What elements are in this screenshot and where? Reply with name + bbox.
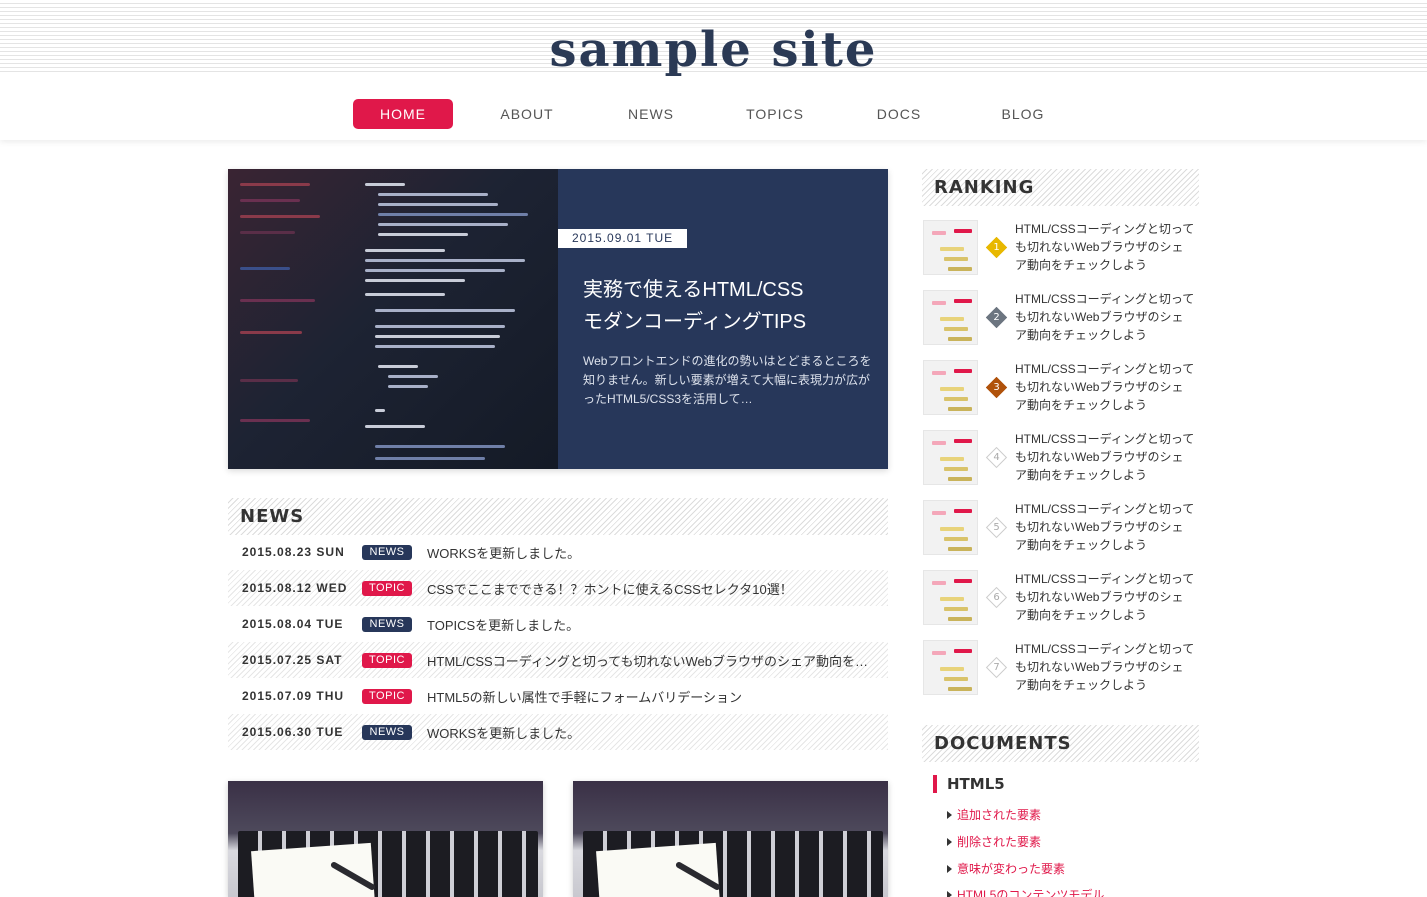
featured-title-line2: モダンコーディングTIPS: [583, 311, 807, 333]
news-title-link[interactable]: WORKSを更新しました。: [427, 543, 877, 562]
ranking-title[interactable]: HTML/CSSコーディングと切っても切れないWebブラウザのシェア動向をチェッ…: [1015, 220, 1195, 274]
ranking-item[interactable]: 2 HTML/CSSコーディングと切っても切れないWebブラウザのシェア動向をチ…: [923, 290, 1199, 346]
code-screenshot-image: [228, 169, 558, 469]
featured-excerpt: Webフロントエンドの進化の勢いはとどまるところを知りません。新しい要素が増えて…: [583, 354, 872, 406]
main-nav: HOME ABOUT NEWS TOPICS DOCS BLOG: [353, 99, 1097, 129]
rank-number-badge: 7: [985, 656, 1008, 679]
documents-heading: DOCUMENTS: [922, 725, 1199, 762]
news-badge: NEWS: [362, 617, 412, 632]
ranking-thumbnail: [923, 290, 978, 345]
featured-title[interactable]: 実務で使えるHTML/CSS モダンコーディングTIPS: [583, 274, 873, 338]
news-row[interactable]: 2015.08.23 SUN NEWS WORKSを更新しました。: [228, 534, 888, 570]
document-link[interactable]: 追加された要素: [947, 806, 1041, 823]
ranking-thumbnail: [923, 220, 978, 275]
rank-number-badge: 3: [985, 376, 1008, 399]
ranking-title[interactable]: HTML/CSSコーディングと切っても切れないWebブラウザのシェア動向をチェッ…: [1015, 500, 1195, 554]
ranking-item[interactable]: 6 HTML/CSSコーディングと切っても切れないWebブラウザのシェア動向をチ…: [923, 570, 1199, 626]
topic-badge: TOPIC: [362, 653, 412, 668]
topic-badge: TOPIC: [362, 689, 412, 704]
topic-badge: TOPIC: [362, 581, 412, 596]
news-title-link[interactable]: HTML/CSSコーディングと切っても切れないWebブラウザのシェア動向をチェッ…: [427, 651, 877, 670]
ranking-thumbnail: [923, 430, 978, 485]
nav-blog[interactable]: BLOG: [973, 99, 1073, 129]
nav-about[interactable]: ABOUT: [477, 99, 577, 129]
ranking-title[interactable]: HTML/CSSコーディングと切っても切れないWebブラウザのシェア動向をチェッ…: [1015, 290, 1195, 344]
news-title-link[interactable]: WORKSを更新しました。: [427, 723, 877, 742]
news-heading: NEWS: [228, 498, 888, 535]
triangle-right-icon: [947, 838, 952, 846]
featured-article[interactable]: 2015.09.01 TUE 実務で使えるHTML/CSS モダンコーディングT…: [228, 169, 888, 469]
news-badge: NEWS: [362, 725, 412, 740]
ranking-title[interactable]: HTML/CSSコーディングと切っても切れないWebブラウザのシェア動向をチェッ…: [1015, 640, 1195, 694]
news-row[interactable]: 2015.08.04 TUE NEWS TOPICSを更新しました。: [228, 606, 888, 642]
news-title-link[interactable]: CSSでここまでできる！？ホントに使えるCSSセレクタ10選！: [427, 579, 877, 598]
ranking-title[interactable]: HTML/CSSコーディングと切っても切れないWebブラウザのシェア動向をチェッ…: [1015, 430, 1195, 484]
rank-number-badge: 4: [985, 446, 1008, 469]
article-card-image[interactable]: [573, 781, 888, 897]
nav-topics[interactable]: TOPICS: [725, 99, 825, 129]
rank-number-badge: 6: [985, 586, 1008, 609]
site-logo[interactable]: sample site: [0, 22, 1427, 78]
news-date: 2015.07.25 SAT: [242, 653, 343, 667]
document-link-label[interactable]: HTML5のコンテンツモデル: [957, 888, 1104, 897]
news-row[interactable]: 2015.06.30 TUE NEWS WORKSを更新しました。: [228, 714, 888, 750]
news-badge: NEWS: [362, 545, 412, 560]
ranking-item[interactable]: 4 HTML/CSSコーディングと切っても切れないWebブラウザのシェア動向をチ…: [923, 430, 1199, 486]
document-link[interactable]: 意味が変わった要素: [947, 860, 1065, 877]
news-title-link[interactable]: TOPICSを更新しました。: [427, 615, 877, 634]
ranking-item[interactable]: 1 HTML/CSSコーディングと切っても切れないWebブラウザのシェア動向をチ…: [923, 220, 1199, 276]
document-link[interactable]: 削除された要素: [947, 833, 1041, 850]
ranking-thumbnail: [923, 570, 978, 625]
featured-date: 2015.09.01 TUE: [558, 229, 688, 248]
rank-number-badge: 2: [985, 306, 1008, 329]
news-title-link[interactable]: HTML5の新しい属性で手軽にフォームバリデーション: [427, 687, 877, 706]
news-date: 2015.08.12 WED: [242, 581, 348, 595]
triangle-right-icon: [947, 891, 952, 897]
rank-number-badge: 1: [985, 236, 1008, 259]
ranking-item[interactable]: 5 HTML/CSSコーディングと切っても切れないWebブラウザのシェア動向をチ…: [923, 500, 1199, 556]
news-date: 2015.08.04 TUE: [242, 617, 344, 631]
news-date: 2015.07.09 THU: [242, 689, 345, 703]
news-row[interactable]: 2015.07.09 THU TOPIC HTML5の新しい属性で手軽にフォーム…: [228, 678, 888, 714]
ranking-thumbnail: [923, 360, 978, 415]
document-link[interactable]: HTML5のコンテンツモデル: [947, 886, 1104, 897]
document-link-label[interactable]: 意味が変わった要素: [957, 862, 1065, 876]
ranking-title[interactable]: HTML/CSSコーディングと切っても切れないWebブラウザのシェア動向をチェッ…: [1015, 360, 1195, 414]
triangle-right-icon: [947, 865, 952, 873]
documents-category: HTML5: [933, 775, 1005, 793]
nav-home[interactable]: HOME: [353, 99, 453, 129]
document-link-label[interactable]: 削除された要素: [957, 835, 1041, 849]
rank-number-badge: 5: [985, 516, 1008, 539]
nav-news[interactable]: NEWS: [601, 99, 701, 129]
news-date: 2015.08.23 SUN: [242, 545, 345, 559]
ranking-item[interactable]: 3 HTML/CSSコーディングと切っても切れないWebブラウザのシェア動向をチ…: [923, 360, 1199, 416]
nav-docs[interactable]: DOCS: [849, 99, 949, 129]
ranking-thumbnail: [923, 500, 978, 555]
site-header: sample site HOME ABOUT NEWS TOPICS DOCS …: [0, 0, 1427, 140]
document-link-label[interactable]: 追加された要素: [957, 808, 1041, 822]
news-row[interactable]: 2015.07.25 SAT TOPIC HTML/CSSコーディングと切っても…: [228, 642, 888, 678]
ranking-title[interactable]: HTML/CSSコーディングと切っても切れないWebブラウザのシェア動向をチェッ…: [1015, 570, 1195, 624]
ranking-item[interactable]: 7 HTML/CSSコーディングと切っても切れないWebブラウザのシェア動向をチ…: [923, 640, 1199, 696]
article-card-image[interactable]: [228, 781, 543, 897]
ranking-thumbnail: [923, 640, 978, 695]
news-row[interactable]: 2015.08.12 WED TOPIC CSSでここまでできる！？ホントに使え…: [228, 570, 888, 606]
news-date: 2015.06.30 TUE: [242, 725, 344, 739]
triangle-right-icon: [947, 811, 952, 819]
featured-title-line1: 実務で使えるHTML/CSS: [583, 279, 804, 301]
ranking-heading: RANKING: [922, 169, 1199, 206]
